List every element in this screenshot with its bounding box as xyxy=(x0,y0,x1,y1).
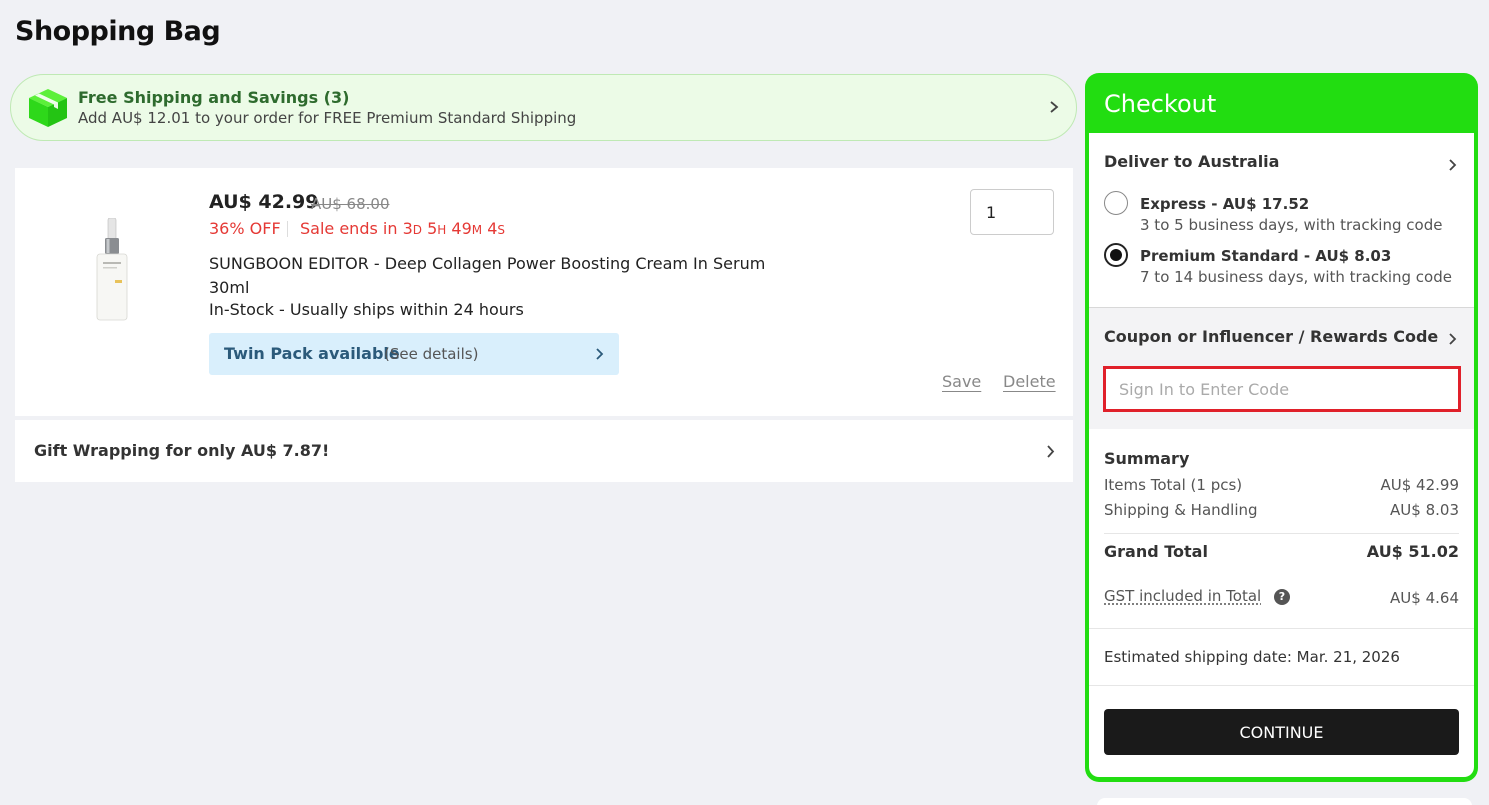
divider xyxy=(1089,628,1474,629)
item-name[interactable]: SUNGBOON EDITOR - Deep Collagen Power Bo… xyxy=(209,252,789,300)
shipping-option-standard-title: Premium Standard - AU$ 8.03 xyxy=(1140,247,1392,265)
coupon-code-input[interactable] xyxy=(1103,366,1461,412)
shipping-row: Shipping & Handling AU$ 8.03 xyxy=(1104,501,1459,519)
items-total-row: Items Total (1 pcs) AU$ 42.99 xyxy=(1104,476,1459,494)
box-icon xyxy=(29,89,67,127)
continue-button[interactable]: CONTINUE xyxy=(1104,709,1459,755)
shipping-option-express-title: Express - AU$ 17.52 xyxy=(1140,195,1310,213)
gst-row: GST included in Total ? AU$ 4.64 xyxy=(1104,587,1459,607)
banner-subtitle: Add AU$ 12.01 to your order for FREE Pre… xyxy=(78,109,577,127)
chevron-right-icon xyxy=(1047,445,1055,458)
divider xyxy=(1089,685,1474,686)
grand-total-value: AU$ 51.02 xyxy=(1366,542,1459,561)
cart-item-card: AU$ 42.99 AU$ 68.00 36% OFF Sale ends in… xyxy=(15,168,1073,416)
shipping-option-express-desc: 3 to 5 business days, with tracking code xyxy=(1140,216,1443,234)
grand-total-label: Grand Total xyxy=(1104,542,1208,561)
item-original-price: AU$ 68.00 xyxy=(311,195,390,213)
checkout-title: Checkout xyxy=(1104,90,1217,118)
item-price: AU$ 42.99 xyxy=(209,191,319,213)
checkout-body: Deliver to Australia Express - AU$ 17.52… xyxy=(1089,133,1474,777)
stock-status: In-Stock - Usually ships within 24 hours xyxy=(209,300,524,319)
discount-label: 36% OFF xyxy=(209,219,281,238)
sale-countdown: Sale ends in 3D 5H 49M 4S xyxy=(300,219,506,238)
chevron-right-icon[interactable] xyxy=(1448,158,1457,172)
coupon-section: Coupon or Influencer / Rewards Code xyxy=(1089,307,1474,429)
gst-label[interactable]: GST included in Total xyxy=(1104,587,1261,605)
next-panel-edge xyxy=(1097,798,1472,805)
chevron-right-icon xyxy=(596,348,604,360)
gift-wrapping-label: Gift Wrapping for only AU$ 7.87! xyxy=(34,441,330,460)
delete-button[interactable]: Delete xyxy=(1003,372,1056,391)
shipping-option-standard-desc: 7 to 14 business days, with tracking cod… xyxy=(1140,268,1452,286)
shipping-label: Shipping & Handling xyxy=(1104,501,1258,519)
divider xyxy=(1104,533,1459,534)
chevron-right-icon[interactable] xyxy=(1448,332,1457,346)
shipping-value: AU$ 8.03 xyxy=(1390,501,1459,519)
shipping-option-standard-radio[interactable] xyxy=(1104,243,1128,267)
divider xyxy=(287,221,288,237)
items-total-value: AU$ 42.99 xyxy=(1380,476,1460,494)
chevron-right-icon xyxy=(1050,101,1059,113)
quantity-input[interactable] xyxy=(970,189,1054,235)
free-shipping-banner[interactable]: Free Shipping and Savings (3) Add AU$ 12… xyxy=(10,74,1077,141)
items-total-label: Items Total (1 pcs) xyxy=(1104,476,1243,494)
product-image[interactable] xyxy=(95,218,129,322)
coupon-title[interactable]: Coupon or Influencer / Rewards Code xyxy=(1104,327,1438,346)
banner-title: Free Shipping and Savings (3) xyxy=(78,88,350,107)
twin-pack-title: Twin Pack available xyxy=(224,344,400,363)
estimated-shipping-date: Estimated shipping date: Mar. 21, 2026 xyxy=(1104,648,1400,666)
gift-wrapping-row[interactable]: Gift Wrapping for only AU$ 7.87! xyxy=(15,420,1073,482)
checkout-panel: Checkout Deliver to Australia Express - … xyxy=(1085,73,1478,782)
summary-title: Summary xyxy=(1104,449,1190,468)
twin-pack-details: (See details) xyxy=(384,345,479,363)
grand-total-row: Grand Total AU$ 51.02 xyxy=(1104,542,1459,561)
page-title: Shopping Bag xyxy=(15,16,221,47)
twin-pack-button[interactable]: Twin Pack available (See details) xyxy=(209,333,619,375)
gst-value: AU$ 4.64 xyxy=(1390,589,1459,607)
shipping-option-express-radio[interactable] xyxy=(1104,191,1128,215)
deliver-to-label[interactable]: Deliver to Australia xyxy=(1104,152,1279,171)
save-button[interactable]: Save xyxy=(942,372,981,391)
help-icon[interactable]: ? xyxy=(1273,589,1290,605)
